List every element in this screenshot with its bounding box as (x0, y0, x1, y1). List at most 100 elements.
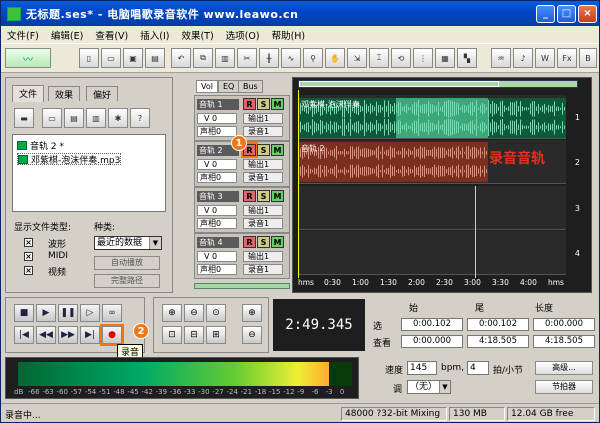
waveform-view-button[interactable]: 〰 (5, 48, 51, 68)
view-window[interactable] (299, 81, 499, 87)
view-end-field[interactable]: 4:18.505 (467, 335, 529, 348)
volume-field[interactable]: V 0 (197, 159, 237, 170)
volume-field[interactable]: V 0 (197, 113, 237, 124)
selection-start-field[interactable]: 0:00.102 (401, 318, 463, 331)
play-icon[interactable]: ▶ (36, 304, 56, 322)
list-item[interactable]: 音轨 2 * (17, 139, 64, 152)
mute-button[interactable]: M (271, 144, 284, 156)
help-icon[interactable]: ? (130, 108, 150, 128)
output-button[interactable]: 输出1 (243, 251, 283, 262)
paste-icon[interactable]: ▥ (215, 48, 235, 68)
envelope-icon[interactable]: ∿ (281, 48, 301, 68)
tab-files[interactable]: 文件 (12, 85, 45, 102)
zoom-out-vertical-icon[interactable]: ⊖ (242, 326, 262, 344)
import-icon[interactable]: ▭ (42, 108, 62, 128)
record-arm-button[interactable]: R (243, 236, 256, 248)
record-arm-button[interactable]: R (243, 98, 256, 110)
loop-icon[interactable]: ⟲ (391, 48, 411, 68)
midi-checkbox[interactable]: × (24, 252, 33, 261)
playhead[interactable] (475, 186, 476, 278)
auto-play-button[interactable]: 自动播放 (94, 256, 160, 270)
reverb-icon[interactable]: ♪ (513, 48, 533, 68)
overview-bar[interactable] (298, 80, 578, 88)
wet-icon[interactable]: W (535, 48, 555, 68)
open-folder-icon[interactable]: ▬ (14, 108, 34, 128)
record-input-button[interactable]: 录音1 (243, 264, 283, 275)
zoom-in-vertical-icon[interactable]: ⊕ (242, 304, 262, 322)
list-item[interactable]: 邓紫棋-泡沫伴奏.mp3 (17, 153, 122, 166)
time-select-icon[interactable]: ⌶ (369, 48, 389, 68)
open-icon[interactable]: ▭ (101, 48, 121, 68)
pan-field[interactable]: 声相0 (197, 172, 237, 183)
fast-forward-icon[interactable]: ▶▶ (58, 326, 78, 344)
mute-button[interactable]: M (271, 190, 284, 202)
solo-button[interactable]: S (257, 144, 270, 156)
zoom-selection-icon[interactable]: ⊡ (162, 326, 182, 344)
advanced-button[interactable]: 高级... (535, 361, 593, 375)
bpm-icon[interactable]: B (579, 48, 597, 68)
pause-icon[interactable]: ❚❚ (58, 304, 78, 322)
zoom-left-icon[interactable]: ⊟ (184, 326, 204, 344)
zoom-out-horizontal-icon[interactable]: ⊖ (184, 304, 204, 322)
track-name[interactable]: 音轨 3 (197, 191, 239, 202)
eq-icon[interactable]: ♒ (491, 48, 511, 68)
record-arm-button[interactable]: R (243, 190, 256, 202)
tab-effects[interactable]: 效果 (48, 86, 81, 101)
record-input-button[interactable]: 录音1 (243, 218, 283, 229)
video-checkbox[interactable]: × (24, 266, 33, 275)
horizontal-scrollbar[interactable] (194, 283, 290, 289)
vol-tab[interactable]: Vol (196, 80, 218, 93)
title-bar[interactable]: 无标题.ses* - 电脑唱歌录音软件 www.leawo.cn _ □ × (1, 1, 599, 26)
menu-effects[interactable]: 效果(T) (175, 28, 219, 42)
bus-tab[interactable]: Bus (238, 80, 263, 93)
record-input-button[interactable]: 录音1 (243, 172, 283, 183)
tool-icon[interactable]: ⚲ (303, 48, 323, 68)
lane-1[interactable]: 邓紫棋-泡沫伴奏 1 (298, 95, 580, 139)
audio-clip-accompaniment[interactable]: 邓紫棋-泡沫伴奏 (298, 98, 566, 138)
save-all-icon[interactable]: ▤ (145, 48, 165, 68)
pan-field[interactable]: 声相0 (197, 126, 237, 137)
mute-button[interactable]: M (271, 98, 284, 110)
mute-button[interactable]: M (271, 236, 284, 248)
pan-field[interactable]: 声相0 (197, 218, 237, 229)
menu-view[interactable]: 查看(V) (89, 28, 134, 42)
output-button[interactable]: 输出1 (243, 113, 283, 124)
undo-icon[interactable]: ↶ (171, 48, 191, 68)
play-from-cursor-icon[interactable]: ▷ (80, 304, 100, 322)
pan-field[interactable]: 声相0 (197, 264, 237, 275)
zoom-right-icon[interactable]: ⊞ (206, 326, 226, 344)
volume-field[interactable]: V 0 (197, 205, 237, 216)
time-ruler[interactable]: hms 0:30 1:00 1:30 2:00 2:30 3:00 3:30 4… (298, 278, 566, 290)
speed-input[interactable]: 145 (407, 361, 437, 375)
menu-options[interactable]: 选项(O) (220, 28, 266, 42)
split-icon[interactable]: ╫ (259, 48, 279, 68)
close-button[interactable]: × (578, 4, 597, 23)
lane-4[interactable]: 4 (298, 231, 580, 275)
view-start-field[interactable]: 0:00.000 (401, 335, 463, 348)
cut-icon[interactable]: ✂ (237, 48, 257, 68)
menu-file[interactable]: 文件(F) (1, 28, 45, 42)
output-button[interactable]: 输出1 (243, 159, 283, 170)
snap-icon[interactable]: ⋮ (413, 48, 433, 68)
track-name[interactable]: 音轨 4 (197, 237, 239, 248)
insert-icon[interactable]: ▥ (86, 108, 106, 128)
full-path-button[interactable]: 完整路径 (94, 274, 160, 288)
solo-button[interactable]: S (257, 190, 270, 202)
minimize-button[interactable]: _ (536, 4, 555, 23)
waveform-checkbox[interactable]: × (24, 238, 33, 247)
menu-insert[interactable]: 插入(I) (134, 28, 175, 42)
key-select[interactable]: （无） ▼ (407, 380, 451, 394)
solo-button[interactable]: S (257, 98, 270, 110)
grid-icon[interactable]: ▦ (435, 48, 455, 68)
go-end-icon[interactable]: ▶| (80, 326, 100, 344)
metronome-button[interactable]: 节拍器 (535, 380, 593, 394)
copy-icon[interactable]: ⧉ (193, 48, 213, 68)
volume-field[interactable]: V 0 (197, 251, 237, 262)
menu-edit[interactable]: 编辑(E) (45, 28, 89, 42)
fx-icon[interactable]: Fx (557, 48, 577, 68)
hand-icon[interactable]: ✋ (325, 48, 345, 68)
save-icon[interactable]: ▣ (123, 48, 143, 68)
view-length-field[interactable]: 4:18.505 (533, 335, 595, 348)
track-name[interactable]: 音轨 1 (197, 99, 239, 110)
spectrum-icon[interactable]: ▚ (457, 48, 477, 68)
